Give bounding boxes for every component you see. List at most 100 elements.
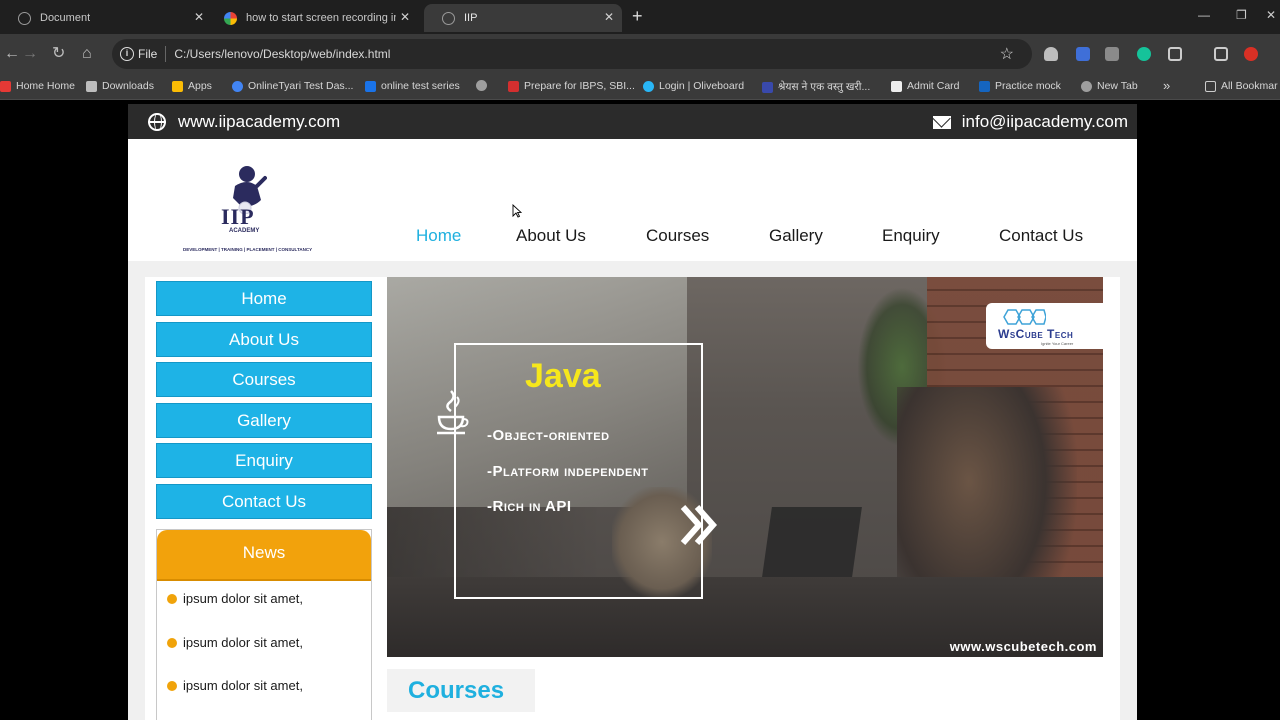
side-nav-enquiry[interactable]: Enquiry [156,443,372,478]
java-cup-icon [437,390,469,435]
nav-contact-us[interactable]: Contact Us [999,226,1083,246]
nav-gallery[interactable]: Gallery [769,226,823,246]
news-item-text: ipsum dolor sit amet, [183,678,303,693]
side-nav-home[interactable]: Home [156,281,372,316]
back-icon[interactable]: ← [4,44,20,64]
apps-grid-icon [172,80,183,92]
scheme-label: File [138,47,158,61]
tab-title: how to start screen recording in [246,12,396,24]
news-item[interactable]: ipsum dolor sit amet, [167,635,303,650]
close-icon[interactable]: ✕ [604,10,614,24]
extensions-puzzle-icon[interactable] [1168,47,1182,61]
bookmark-star-icon[interactable]: ☆ [1000,44,1014,64]
bookmark-label: online test series [381,80,460,92]
banner-url: www.wscubetech.com [949,639,1097,654]
bookmark-label: New Tab [1097,80,1138,92]
double-chevron-right-icon [680,505,718,545]
more-bookmarks-icon[interactable]: » [1163,78,1170,93]
bookmark-item[interactable]: Login | Oliveboard [643,80,744,92]
nav-courses[interactable]: Courses [646,226,709,246]
tab-document[interactable]: Document ✕ [0,4,212,32]
logo-name: IIP [221,204,255,229]
nav-enquiry[interactable]: Enquiry [882,226,940,246]
wscube-brand: WsCube Tech [998,327,1074,341]
close-window-icon[interactable]: ✕ [1266,8,1276,22]
profile-avatar[interactable] [1244,47,1258,61]
grammarly-icon[interactable] [1137,47,1151,61]
reload-icon[interactable]: ↻ [52,44,65,64]
new-tab-button[interactable]: + [632,6,643,26]
bookmark-item[interactable]: Practice mock [979,80,1061,92]
nav-home[interactable]: Home [416,226,461,246]
bookmarks-bar: Home Home Downloads Apps OnlineTyari Tes… [0,74,1280,100]
forward-icon[interactable]: → [22,44,38,64]
bookmark-item[interactable] [476,80,492,91]
banner-laptop [762,507,862,577]
bookmark-item[interactable]: Home Home [0,80,75,92]
banner-point: -Platform independent [487,463,649,480]
contact-strip: www.iipacademy.com info@iipacademy.com [128,104,1137,139]
news-title: News [157,530,371,581]
bookmark-favicon-icon [0,80,11,92]
bookmark-favicon-icon [891,80,902,92]
globe-icon [18,11,31,25]
download-icon [86,80,97,92]
side-nav-about-us[interactable]: About Us [156,322,372,357]
bookmark-item[interactable]: online test series [365,80,460,92]
all-bookmarks[interactable]: All Bookmar [1205,80,1278,92]
iip-logo[interactable]: IIP ACADEMY DEVELOPMENT | TRAINING | PLA… [183,164,312,256]
close-icon[interactable]: ✕ [194,10,204,24]
bookmark-favicon-icon [365,80,376,92]
news-item[interactable]: ipsum dolor sit amet, [167,678,303,693]
info-icon[interactable]: i [120,47,134,61]
bookmark-label: All Bookmar [1221,80,1278,92]
extension-icon[interactable] [1076,47,1090,61]
tab-search[interactable]: how to start screen recording in ✕ [206,4,418,32]
folder-icon [1205,80,1216,92]
tab-iip[interactable]: IIP ✕ [424,4,622,32]
address-toolbar: ← → ↻ ⌂ i File C:/Users/lenovo/Desktop/w… [0,34,1280,74]
bookmark-label: Apps [188,80,212,92]
news-item-text: ipsum dolor sit amet, [183,591,303,606]
extension-icon[interactable] [1044,47,1058,61]
google-icon [224,11,237,25]
extension-icon[interactable] [1105,47,1119,61]
bookmark-item[interactable]: OnlineTyari Test Das... [232,80,353,92]
website-text: www.iipacademy.com [178,112,341,131]
bookmark-favicon-icon [508,80,519,92]
bookmark-label: Downloads [102,80,154,92]
close-icon[interactable]: ✕ [400,10,410,24]
email-text: info@iipacademy.com [961,112,1128,131]
section-title-courses: Courses [387,669,535,712]
url-text[interactable]: C:/Users/lenovo/Desktop/web/index.html [174,47,390,61]
home-icon[interactable]: ⌂ [82,44,92,64]
minimize-icon[interactable]: — [1198,8,1210,22]
bookmark-item[interactable]: Downloads [86,80,154,92]
bookmark-item[interactable]: New Tab [1081,80,1138,92]
website-link[interactable]: www.iipacademy.com [148,112,340,132]
restore-icon[interactable]: ❐ [1236,8,1247,22]
bookmark-item[interactable]: श्रेयस ने एक वस्तु खरी... [762,80,870,94]
email-link[interactable]: info@iipacademy.com [932,112,1128,132]
bullet-icon [167,637,177,648]
nav-about-us[interactable]: About Us [516,226,586,246]
wscube-tagline: Ignite Your Career [1041,341,1074,346]
bookmark-favicon-icon [979,80,990,92]
bookmark-label: Practice mock [995,80,1061,92]
bookmark-item[interactable]: Admit Card [891,80,960,92]
bookmark-label: श्रेयस ने एक वस्तु खरी... [778,81,871,93]
side-nav-gallery[interactable]: Gallery [156,403,372,438]
news-item[interactable]: ipsum dolor sit amet, [167,591,303,606]
logo-tagline: DEVELOPMENT | TRAINING | PLACEMENT | CON… [183,247,313,252]
bookmark-favicon-icon [232,80,243,92]
side-nav-courses[interactable]: Courses [156,362,372,397]
news-item-text: ipsum dolor sit amet, [183,635,303,650]
content-columns: Home About Us Courses Gallery Enquiry Co… [145,277,1120,720]
side-panel-icon[interactable] [1214,47,1228,61]
bookmark-item[interactable]: Apps [172,80,212,92]
side-nav-contact-us[interactable]: Contact Us [156,484,372,519]
bullet-icon [167,593,177,604]
globe-icon [442,11,455,25]
bookmark-item[interactable]: Prepare for IBPS, SBI... [508,80,635,92]
address-bar[interactable]: i File C:/Users/lenovo/Desktop/web/index… [112,39,1032,69]
